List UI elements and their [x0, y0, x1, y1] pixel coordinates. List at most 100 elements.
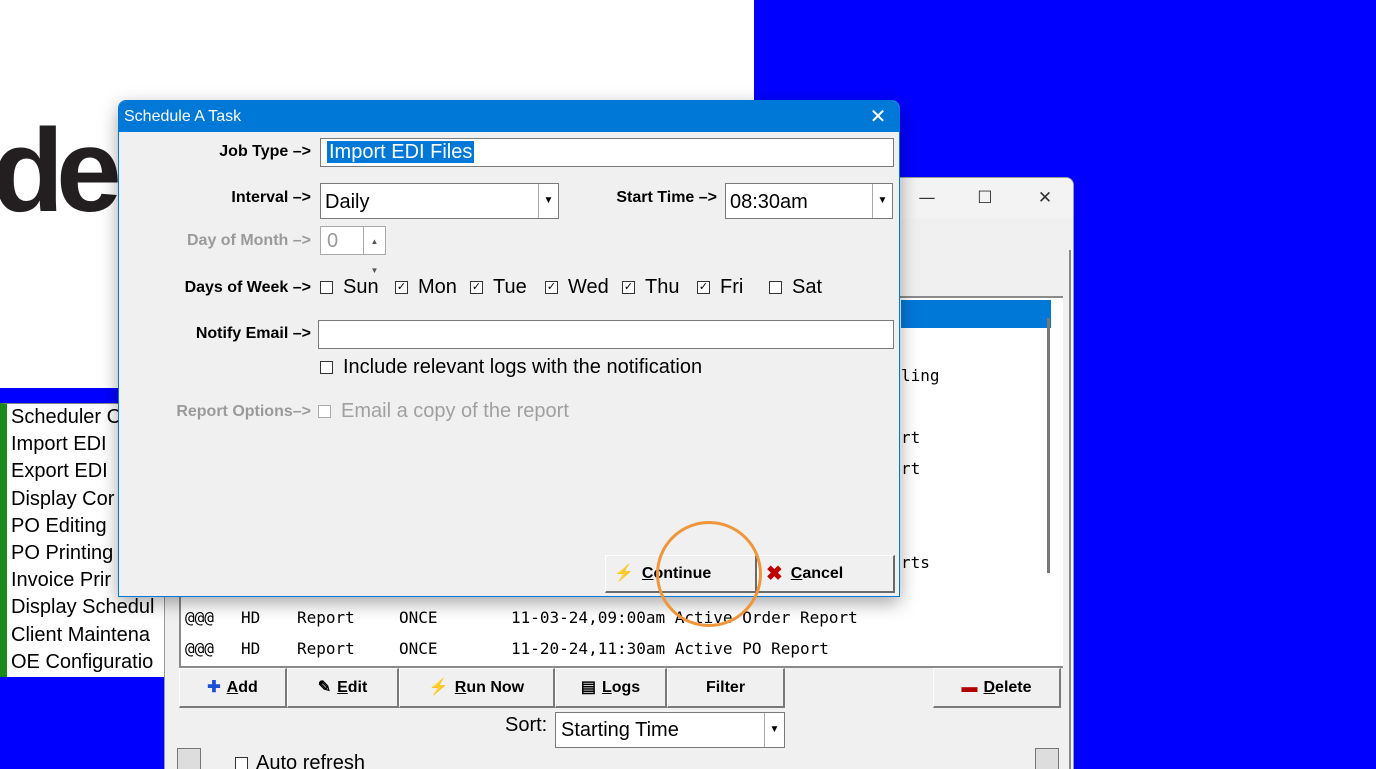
row-id: @@@ — [185, 639, 214, 658]
day-checkbox-sun[interactable]: Sun — [320, 276, 379, 299]
checkmark-icon[interactable]: ✓ — [470, 281, 483, 294]
day-checkbox-thu[interactable]: ✓ Thu — [622, 276, 679, 299]
edit-button-label: Edit — [337, 678, 368, 696]
notify-email-label: Notify Email –> — [195, 325, 311, 342]
auto-refresh-label: Auto refresh — [256, 752, 365, 769]
scrollbar[interactable] — [1047, 318, 1050, 573]
auto-refresh-checkbox[interactable]: Auto refresh — [235, 752, 365, 769]
checkmark-icon[interactable]: ✓ — [697, 281, 710, 294]
menu-list-item[interactable]: OE Configuratio — [7, 649, 170, 676]
day-checkbox-wed[interactable]: ✓ Wed — [545, 276, 609, 299]
edit-button[interactable]: ✎ Edit — [287, 668, 399, 708]
day-label: Sun — [343, 276, 379, 298]
minimize-button[interactable]: — — [905, 184, 949, 212]
checkmark-icon[interactable]: ✓ — [395, 281, 408, 294]
include-logs-label: Include relevant logs with the notificat… — [343, 356, 703, 378]
job-type-label: Job Type –> — [219, 143, 311, 160]
job-type-field[interactable]: Import EDI Files — [320, 138, 894, 167]
logs-button[interactable]: ▤ Logs — [555, 668, 667, 708]
lightning-icon: ⚡ — [428, 678, 449, 696]
table-row[interactable]: @@@ HD Report ONCE 11-03-24,09:00am Acti… — [185, 603, 858, 633]
day-of-month-value: 0 — [327, 230, 339, 252]
pencil-icon: ✎ — [317, 678, 332, 696]
click-highlight-ring — [656, 521, 762, 627]
email-copy-label: Email a copy of the report — [341, 400, 569, 422]
corner-icon-right[interactable] — [1035, 748, 1059, 769]
interval-dropdown[interactable]: Daily ▼ — [320, 183, 559, 219]
chevron-down-icon[interactable]: ▼ — [872, 184, 892, 218]
row-code: HD — [241, 639, 261, 658]
day-label: Tue — [493, 276, 527, 298]
run-now-button[interactable]: ⚡ Run Now — [399, 668, 555, 708]
schedule-task-dialog: Schedule A Task ✕ Job Type –> Import EDI… — [118, 100, 900, 597]
start-time-value: 08:30am — [730, 191, 808, 213]
days-of-week-label: Days of Week –> — [184, 279, 311, 296]
row-id: @@@ — [185, 608, 214, 627]
sort-dropdown[interactable]: Starting Time ▼ — [555, 712, 785, 748]
chevron-down-icon[interactable]: ▼ — [764, 713, 784, 747]
plus-icon: ✚ — [207, 678, 221, 696]
notepad-icon: ▤ — [580, 678, 596, 696]
filter-button-label: Filter — [705, 678, 746, 696]
checkbox-icon[interactable] — [320, 361, 333, 374]
cancel-button[interactable]: ✖ Cancel — [757, 555, 895, 593]
sort-dropdown-value: Starting Time — [561, 719, 679, 741]
maximize-button[interactable]: ☐ — [963, 184, 1007, 212]
close-button[interactable]: ✕ — [1023, 184, 1067, 212]
day-checkbox-sat[interactable]: Sat — [769, 276, 822, 299]
day-checkbox-tue[interactable]: ✓ Tue — [470, 276, 527, 299]
day-checkbox-mon[interactable]: ✓ Mon — [395, 276, 457, 299]
dialog-title: Schedule A Task — [119, 101, 899, 132]
row-description: 11-20-24,11:30am Active PO Report — [511, 639, 829, 658]
filter-button[interactable]: Filter — [667, 668, 785, 708]
row-type: Report — [297, 608, 355, 627]
delete-icon: ▬ — [961, 678, 978, 696]
table-row[interactable]: @@@ HD Report ONCE 11-20-24,11:30am Acti… — [185, 634, 829, 664]
row-text-fragment: rt — [901, 428, 921, 447]
delete-button-label: Delete — [983, 678, 1032, 696]
delete-button[interactable]: ▬ Delete — [933, 668, 1061, 708]
checkbox-icon[interactable] — [320, 281, 333, 294]
interval-label: Interval –> — [231, 189, 311, 206]
email-copy-checkbox[interactable]: Email a copy of the report — [318, 400, 569, 423]
menu-list-item[interactable]: Display Schedul — [7, 594, 170, 621]
chevron-down-icon[interactable]: ▼ — [538, 184, 558, 218]
run-now-button-label: Run Now — [454, 678, 525, 696]
checkbox-icon[interactable] — [318, 405, 331, 418]
row-text-fragment: ling — [901, 366, 940, 385]
notify-email-field[interactable] — [318, 320, 894, 349]
spinner-arrows-icon[interactable]: ▲ ▼ — [363, 227, 385, 275]
add-button[interactable]: ✚ Add — [179, 668, 287, 708]
interval-value: Daily — [325, 191, 370, 213]
menu-list-item[interactable]: Client Maintena — [7, 622, 170, 649]
day-label: Thu — [645, 276, 680, 298]
start-time-dropdown[interactable]: 08:30am ▼ — [725, 183, 893, 219]
include-logs-checkbox[interactable]: Include relevant logs with the notificat… — [320, 356, 702, 379]
row-type: Report — [297, 639, 355, 658]
day-of-month-stepper[interactable]: 0 ▲ ▼ — [320, 226, 386, 275]
checkbox-icon[interactable] — [235, 757, 248, 769]
scheduler-frame-edge — [1069, 250, 1071, 769]
logo-fragment: de — [0, 105, 122, 237]
logs-button-label: Logs — [601, 678, 641, 696]
day-label: Fri — [720, 276, 744, 298]
day-checkbox-fri[interactable]: ✓ Fri — [697, 276, 743, 299]
close-icon[interactable]: ✕ — [863, 101, 893, 132]
day-label: Mon — [418, 276, 457, 298]
lightning-icon: ⚡ — [614, 564, 634, 582]
checkmark-icon[interactable]: ✓ — [545, 281, 558, 294]
day-of-month-label: Day of Month –> — [186, 232, 311, 249]
day-label: Sat — [792, 276, 823, 298]
corner-icon-left[interactable] — [177, 748, 201, 769]
row-text-fragment: rts — [901, 553, 930, 572]
checkmark-icon[interactable]: ✓ — [622, 281, 635, 294]
cancel-button-label: Cancel — [790, 564, 844, 582]
selected-row-highlight[interactable] — [901, 300, 1051, 328]
checkbox-icon[interactable] — [769, 281, 782, 294]
red-x-icon: ✖ — [766, 562, 783, 585]
row-code: HD — [241, 608, 261, 627]
start-time-label: Start Time –> — [616, 189, 717, 206]
row-text-fragment: rt — [901, 459, 921, 478]
day-label: Wed — [568, 276, 609, 298]
report-options-label: Report Options–> — [176, 403, 311, 420]
